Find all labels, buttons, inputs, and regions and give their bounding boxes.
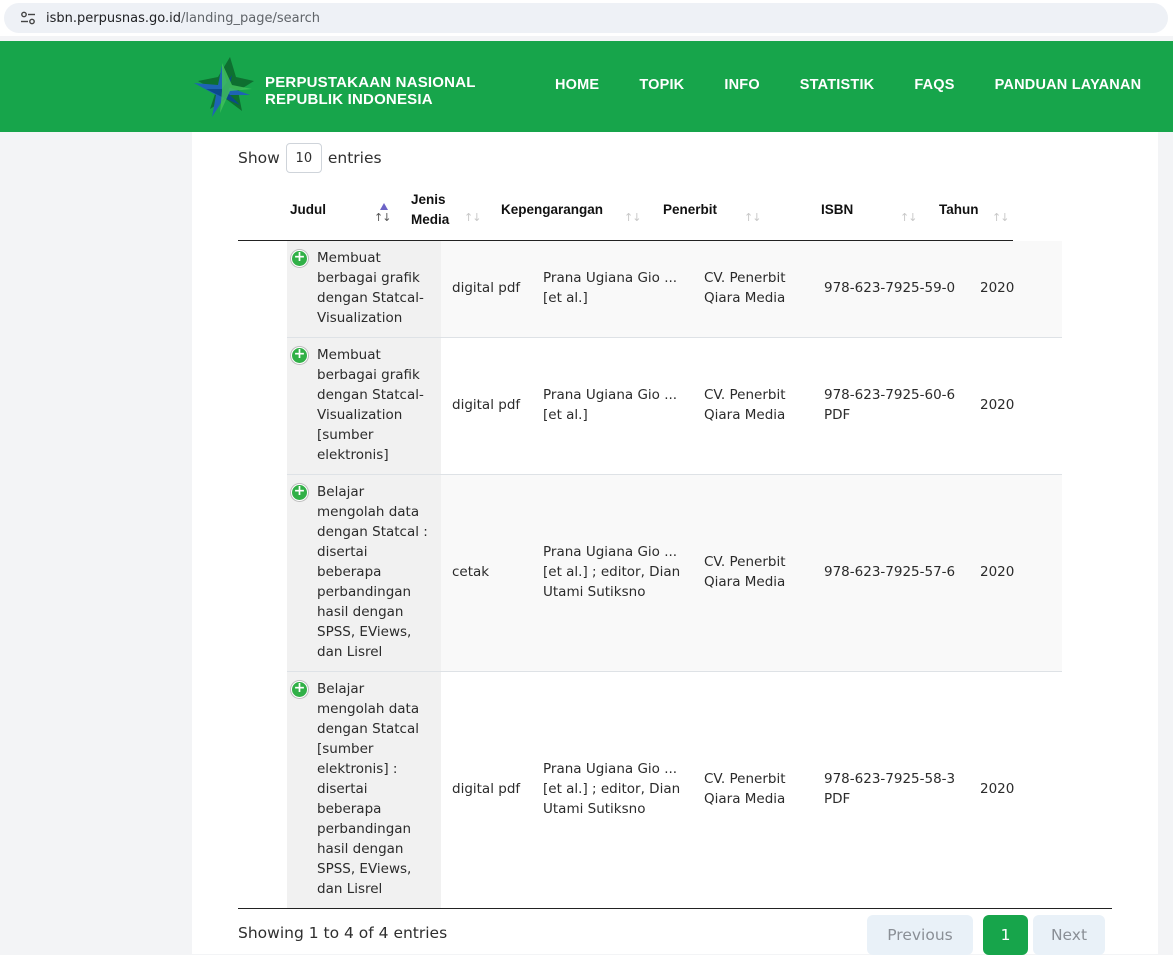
cell-penerbit: CV. Penerbit Qiara Media (704, 771, 786, 807)
cell-isbn: 978-623-7925-60-6 PDF (824, 387, 956, 423)
perpusnas-star-logo-icon[interactable] (192, 55, 254, 119)
nav-topik[interactable]: TOPIK (639, 77, 684, 93)
url-text: isbn.perpusnas.go.id/landing_page/search (46, 10, 321, 26)
cell-kepengarangan: Prana Ugiana Gio ... [et al.] (543, 387, 678, 423)
nav-faqs[interactable]: FAQS (914, 77, 954, 93)
show-label: Show (238, 149, 280, 167)
sort-icon: ↑↓ (464, 211, 481, 224)
site-settings-icon[interactable] (20, 11, 36, 25)
main-nav: HOME TOPIK INFO STATISTIK FAQS PANDUAN L… (555, 77, 1173, 93)
pagination-next-button[interactable]: Next (1033, 915, 1105, 955)
nav-home[interactable]: HOME (555, 77, 599, 93)
cell-isbn: 978-623-7925-59-0 (824, 280, 956, 296)
col-header-tahun[interactable]: Tahun (939, 200, 979, 220)
cell-tahun: 2020 (980, 564, 1015, 580)
cell-jenis-media: digital pdf (452, 781, 521, 797)
cell-judul: Belajar mengolah data dengan Statcal : d… (317, 484, 428, 660)
sort-icon: ↑↓ (900, 211, 917, 224)
cell-jenis-media: digital pdf (452, 397, 521, 413)
cell-judul: Membuat berbagai grafik dengan Statcal-V… (317, 347, 424, 463)
cell-kepengarangan: Prana Ugiana Gio ... [et al.] ; editor, … (543, 544, 681, 600)
expand-row-plus-icon[interactable]: + (291, 347, 308, 364)
expand-row-plus-icon[interactable]: + (291, 484, 308, 501)
cell-penerbit: CV. Penerbit Qiara Media (704, 554, 786, 590)
pagination-previous-button[interactable]: Previous (867, 915, 973, 955)
table-info: Showing 1 to 4 of 4 entries (238, 924, 448, 942)
expand-row-plus-icon[interactable]: + (291, 681, 308, 698)
sort-icon: ↑↓ (374, 211, 391, 224)
page-length-select[interactable]: 10 (285, 143, 322, 173)
col-header-penerbit[interactable]: Penerbit (663, 200, 717, 220)
browser-address-bar: isbn.perpusnas.go.id/landing_page/search (0, 0, 1173, 36)
cell-penerbit: CV. Penerbit Qiara Media (704, 387, 786, 423)
org-name[interactable]: PERPUSTAKAAN NASIONAL REPUBLIK INDONESIA (265, 74, 476, 108)
cell-judul: Belajar mengolah data dengan Statcal [su… (317, 681, 420, 897)
cell-jenis-media: digital pdf (452, 280, 521, 296)
cell-tahun: 2020 (980, 280, 1015, 296)
org-name-line1: PERPUSTAKAAN NASIONAL (265, 74, 476, 91)
cell-kepengarangan: Prana Ugiana Gio ... [et al.] (543, 270, 678, 306)
sort-icon: ↑↓ (624, 211, 641, 224)
sort-icon: ↑↓ (744, 211, 761, 224)
url-field[interactable]: isbn.perpusnas.go.id/landing_page/search (4, 3, 1168, 33)
col-header-kepengarangan[interactable]: Kepengarangan (501, 200, 603, 220)
cell-kepengarangan: Prana Ugiana Gio ... [et al.] ; editor, … (543, 761, 681, 817)
cell-judul: Membuat berbagai grafik dengan Statcal-V… (317, 250, 424, 326)
nav-statistik[interactable]: STATISTIK (800, 77, 875, 93)
nav-info[interactable]: INFO (724, 77, 759, 93)
table-footer-border (238, 908, 1112, 909)
col-header-jenis-line1: Jenis (411, 192, 446, 207)
page-length-control: Show 10 entries (238, 143, 382, 173)
col-header-judul[interactable]: Judul (290, 200, 326, 220)
site-header: PERPUSTAKAAN NASIONAL REPUBLIK INDONESIA… (0, 41, 1173, 132)
org-name-line2: REPUBLIK INDONESIA (265, 91, 433, 108)
pagination-page-1-button[interactable]: 1 (983, 915, 1028, 955)
cell-isbn: 978-623-7925-57-6 (824, 564, 956, 580)
cell-tahun: 2020 (980, 781, 1015, 797)
cell-tahun: 2020 (980, 397, 1015, 413)
col-header-jenis-media[interactable]: Jenis Media (411, 190, 449, 230)
expand-row-plus-icon[interactable]: + (291, 250, 308, 267)
entries-label: entries (327, 149, 382, 167)
cell-jenis-media: cetak (452, 564, 490, 580)
col-header-isbn[interactable]: ISBN (821, 200, 853, 220)
cell-penerbit: CV. Penerbit Qiara Media (704, 270, 786, 306)
nav-panduan-layanan[interactable]: PANDUAN LAYANAN (995, 77, 1142, 93)
sort-icon: ↑↓ (992, 211, 1009, 224)
sort-asc-active-icon (380, 203, 388, 210)
col-header-jenis-line2: Media (411, 212, 450, 227)
cell-isbn: 978-623-7925-58-3 PDF (824, 771, 956, 807)
